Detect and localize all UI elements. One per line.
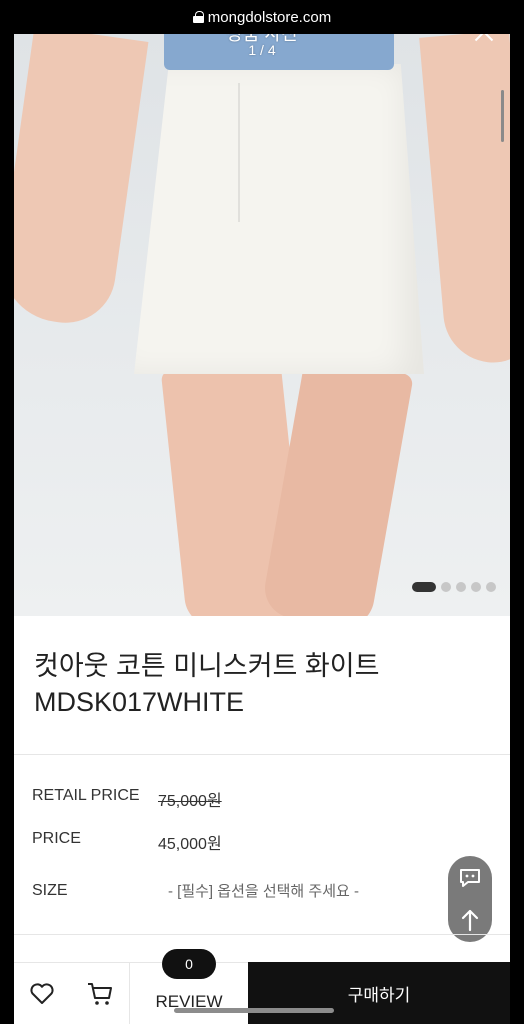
review-button[interactable]: 0 REVIEW xyxy=(130,949,248,1024)
home-indicator xyxy=(174,1008,334,1013)
slide-dot-1[interactable] xyxy=(412,582,436,592)
close-icon[interactable] xyxy=(470,34,498,46)
product-name: 컷아웃 코튼 미니스커트 화이트 xyxy=(34,651,380,681)
review-count-badge: 0 xyxy=(162,949,216,979)
heart-icon[interactable] xyxy=(29,982,55,1006)
retail-price-value: 75,000원 xyxy=(158,793,222,810)
icon-actions xyxy=(14,962,130,1024)
product-code: MDSK017WHITE xyxy=(34,687,245,717)
arrow-up-icon xyxy=(461,909,479,932)
slide-dots xyxy=(412,582,496,592)
lock-icon xyxy=(192,11,204,23)
retail-price-label: RETAIL PRICE xyxy=(32,787,140,804)
scroll-top-button[interactable] xyxy=(448,898,492,942)
retail-price-row: RETAIL PRICE 75,000원 xyxy=(32,787,222,811)
size-label: SIZE xyxy=(32,882,68,899)
model-arm-left xyxy=(14,34,149,330)
divider xyxy=(14,934,510,935)
product-image[interactable] xyxy=(14,34,510,616)
buy-button[interactable]: 구매하기 xyxy=(248,962,510,1024)
price-value: 45,000원 xyxy=(158,836,222,853)
size-select[interactable]: - [필수] 옵션을 선택해 주세요 - xyxy=(168,880,359,901)
product-title: 컷아웃 코튼 미니스커트 화이트 MDSK017WHITE xyxy=(34,648,504,720)
page-frame: 상품 사진 1 / 4 컷아웃 코튼 미니스커트 화이트 MDSK017WHIT… xyxy=(14,34,510,1024)
size-row: SIZE xyxy=(32,882,158,900)
cart-icon[interactable] xyxy=(86,981,114,1007)
scroll-indicator xyxy=(501,90,504,142)
chat-button[interactable] xyxy=(448,856,492,900)
slide-dot-3[interactable] xyxy=(456,582,466,592)
slide-dot-4[interactable] xyxy=(471,582,481,592)
chat-icon xyxy=(460,869,480,887)
model-arm-right xyxy=(419,34,510,367)
viewer-counter: 1 / 4 xyxy=(248,42,276,58)
divider xyxy=(14,754,510,755)
slide-dot-2[interactable] xyxy=(441,582,451,592)
skirt-image xyxy=(134,64,424,374)
price-label: PRICE xyxy=(32,830,81,847)
url-text: mongdolstore.com xyxy=(207,8,332,26)
slide-dot-5[interactable] xyxy=(486,582,496,592)
browser-url-bar[interactable]: mongdolstore.com xyxy=(0,0,524,34)
bottom-action-bar: 0 REVIEW 구매하기 xyxy=(14,949,510,1024)
price-row: PRICE 45,000원 xyxy=(32,830,222,854)
